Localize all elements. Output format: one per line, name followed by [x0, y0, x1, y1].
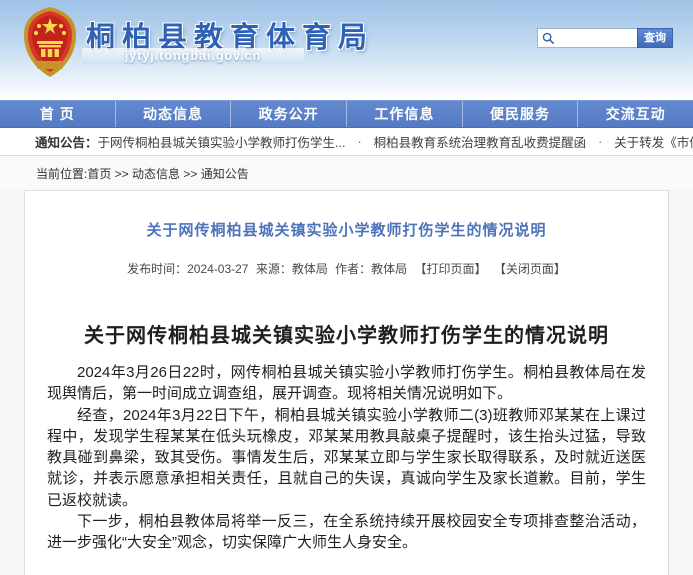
publish-time: 发布时间：2024-03-27 [127, 262, 248, 276]
page: 桐柏县教育体育局 jytyj.tongbai.gov.cn 查询 首 页 动态信… [0, 0, 693, 575]
site-url-band: jytyj.tongbai.gov.cn [82, 48, 304, 64]
notice-ticker: 通知公告： 于网传桐柏县城关镇实验小学教师打伤学生... · 桐柏县教育系统治理… [0, 128, 693, 156]
search-area: 查询 [537, 28, 673, 48]
breadcrumb: 当前位置:首页 >> 动态信息 >> 通知公告 [0, 156, 693, 190]
article-source: 来源：教体局 [256, 262, 328, 276]
article-page-title: 关于网传桐柏县城关镇实验小学教师打伤学生的情况说明 [25, 219, 668, 240]
nav-item-gov-affairs[interactable]: 政务公开 [230, 101, 346, 127]
print-page-link[interactable]: 【打印页面】 [415, 262, 487, 276]
article-content-box: 关于网传桐柏县城关镇实验小学教师打伤学生的情况说明 发布时间：2024-03-2… [24, 190, 669, 575]
ticker-separator: · [586, 135, 614, 149]
close-page-link[interactable]: 【关闭页面】 [494, 262, 566, 276]
nav-item-interaction[interactable]: 交流互动 [577, 101, 693, 127]
article-paragraph: 2024年3月26日22时，网传桐柏县城关镇实验小学教师打伤学生。桐柏县教体局在… [47, 362, 646, 405]
article-heading: 关于网传桐柏县城关镇实验小学教师打伤学生的情况说明 [25, 319, 668, 348]
site-header: 桐柏县教育体育局 jytyj.tongbai.gov.cn 查询 [0, 0, 693, 100]
main-nav: 首 页 动态信息 政务公开 工作信息 便民服务 交流互动 [0, 100, 693, 128]
ticker-label: 通知公告： [35, 132, 98, 151]
search-button[interactable]: 查询 [637, 28, 673, 48]
nav-item-services[interactable]: 便民服务 [462, 101, 578, 127]
article-meta: 发布时间：2024-03-27 来源：教体局 作者：教体局 【打印页面】 【关闭… [25, 260, 668, 277]
article-paragraph: 下一步，桐柏县教体局将举一反三，在全系统持续开展校园安全专项排查整治活动，进一步… [47, 511, 646, 554]
ticker-item[interactable]: 桐柏县教育系统治理教育乱收费提醒函 [374, 132, 587, 151]
nav-item-dynamic-info[interactable]: 动态信息 [115, 101, 231, 127]
article-paragraph: 经查，2024年3月22日下午，桐柏县城关镇实验小学教师二(3)班教师邓某某在上… [47, 405, 646, 511]
search-icon [541, 31, 555, 45]
nav-item-home[interactable]: 首 页 [0, 101, 115, 127]
site-url: jytyj.tongbai.gov.cn [82, 48, 304, 64]
national-emblem-logo [20, 5, 80, 79]
ticker-item[interactable]: 于网传桐柏县城关镇实验小学教师打伤学生... [98, 132, 346, 151]
ticker-separator: · [345, 135, 373, 149]
ticker-item[interactable]: 关于转发《市信用办关于开展南阳市第二批信... [614, 132, 693, 151]
article-author: 作者：教体局 [335, 262, 407, 276]
article-body: 2024年3月26日22时，网传桐柏县城关镇实验小学教师打伤学生。桐柏县教体局在… [25, 348, 668, 554]
nav-item-work-info[interactable]: 工作信息 [346, 101, 462, 127]
